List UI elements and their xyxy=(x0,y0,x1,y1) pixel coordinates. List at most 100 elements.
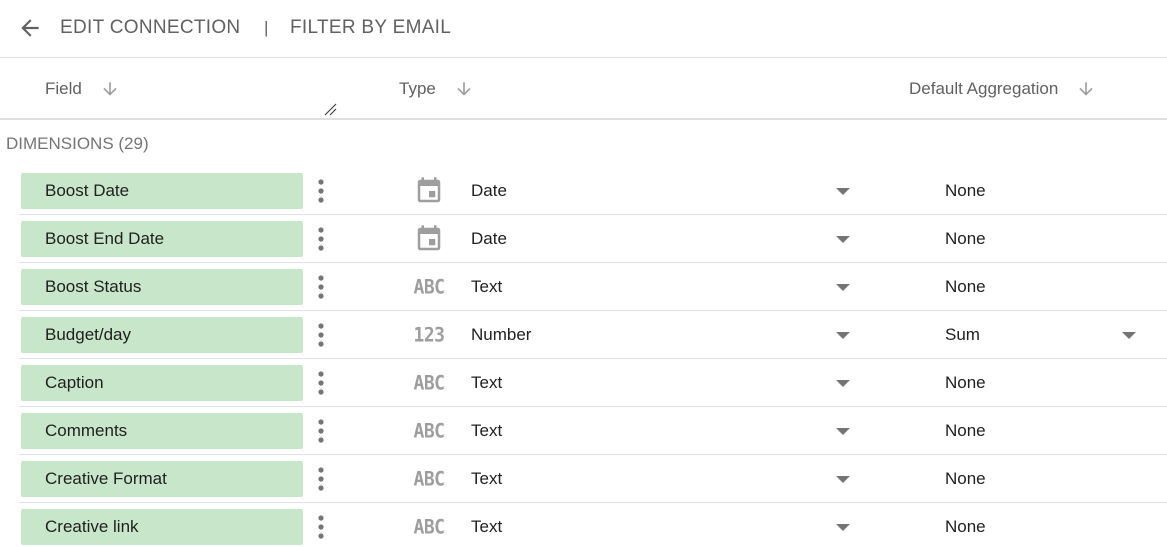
field-name: Boost End Date xyxy=(45,229,165,248)
field-name: Comments xyxy=(45,421,128,440)
field-chip[interactable]: Budget/day xyxy=(21,317,303,353)
field-column-header[interactable]: Field xyxy=(45,79,120,99)
field-name: Boost Status xyxy=(45,277,142,296)
text-type-icon: ABC xyxy=(412,273,446,301)
type-glyph: ABC xyxy=(413,419,445,443)
aggregation-value-container: None xyxy=(936,269,1148,305)
aggregation-value: None xyxy=(945,421,986,440)
field-name: Budget/day xyxy=(45,325,132,344)
type-glyph: ABC xyxy=(413,467,445,491)
field-chip[interactable]: Creative Format xyxy=(21,461,303,497)
field-name: Creative Format xyxy=(45,469,167,488)
default-aggregation-column-label: Default Aggregation xyxy=(909,79,1059,98)
type-value: Number xyxy=(471,325,532,344)
dropdown-arrow-icon xyxy=(836,428,850,435)
table-row: Comments ABC Text None xyxy=(0,407,1167,455)
type-glyph: ABC xyxy=(413,515,445,539)
field-name: Boost Date xyxy=(45,181,130,200)
calendar-icon xyxy=(412,225,446,253)
type-value: Text xyxy=(471,517,503,536)
edit-connection-link[interactable]: EDIT CONNECTION xyxy=(60,16,240,40)
aggregation-value: None xyxy=(945,469,986,488)
dropdown-arrow-icon xyxy=(836,476,850,483)
table-row: Boost Status ABC Text None xyxy=(0,263,1167,311)
field-name: Caption xyxy=(45,373,104,392)
aggregation-value-container: None xyxy=(936,221,1148,257)
arrow-down-icon xyxy=(1076,79,1096,99)
text-type-icon: ABC xyxy=(412,369,446,397)
filter-by-email-link[interactable]: FILTER BY EMAIL xyxy=(290,16,451,40)
more-vert-icon[interactable] xyxy=(308,511,334,543)
dropdown-arrow-icon xyxy=(1122,332,1136,339)
aggregation-dropdown[interactable]: Sum xyxy=(936,317,1148,353)
breadcrumb-separator: | xyxy=(264,18,269,37)
type-dropdown[interactable]: Text xyxy=(462,413,862,449)
type-dropdown[interactable]: Date xyxy=(462,173,862,209)
field-chip[interactable]: Boost Status xyxy=(21,269,303,305)
number-type-icon: 123 xyxy=(412,321,446,349)
type-value: Date xyxy=(471,229,507,248)
aggregation-value-container: None xyxy=(936,413,1148,449)
table-row: Caption ABC Text None xyxy=(0,359,1167,407)
field-name: Creative link xyxy=(45,517,139,536)
dropdown-arrow-icon xyxy=(836,284,850,291)
table-row: Boost End Date Date None xyxy=(0,215,1167,263)
dropdown-arrow-icon xyxy=(836,188,850,195)
type-value: Text xyxy=(471,373,503,392)
more-vert-icon[interactable] xyxy=(308,271,334,303)
top-bar: EDIT CONNECTION | FILTER BY EMAIL xyxy=(0,0,1167,58)
aggregation-value: None xyxy=(945,277,986,296)
more-vert-icon[interactable] xyxy=(308,463,334,495)
more-vert-icon[interactable] xyxy=(308,415,334,447)
table-header: Field Type Default Aggregation xyxy=(0,59,1167,120)
type-column-label: Type xyxy=(399,79,436,98)
aggregation-value-container: None xyxy=(936,461,1148,497)
field-column-label: Field xyxy=(45,79,82,98)
aggregation-value-container: None xyxy=(936,509,1148,545)
dropdown-arrow-icon xyxy=(836,332,850,339)
type-column-header[interactable]: Type xyxy=(399,79,474,99)
type-dropdown[interactable]: Text xyxy=(462,461,862,497)
arrow-left-icon[interactable] xyxy=(12,10,48,46)
more-vert-icon[interactable] xyxy=(308,223,334,255)
type-dropdown[interactable]: Text xyxy=(462,365,862,401)
more-vert-icon[interactable] xyxy=(308,175,334,207)
field-chip[interactable]: Boost Date xyxy=(21,173,303,209)
table-row: Boost Date Date None xyxy=(0,167,1167,215)
arrow-down-icon xyxy=(100,79,120,99)
resize-handle-icon[interactable] xyxy=(322,101,338,117)
more-vert-icon[interactable] xyxy=(308,367,334,399)
type-value: Text xyxy=(471,469,503,488)
type-value: Date xyxy=(471,181,507,200)
type-value: Text xyxy=(471,277,503,296)
table-row: Creative link ABC Text None xyxy=(0,503,1167,547)
aggregation-value: None xyxy=(945,181,986,200)
text-type-icon: ABC xyxy=(412,417,446,445)
text-type-icon: ABC xyxy=(412,465,446,493)
field-chip[interactable]: Comments xyxy=(21,413,303,449)
type-glyph: 123 xyxy=(413,323,445,347)
arrow-down-icon xyxy=(454,79,474,99)
type-dropdown[interactable]: Text xyxy=(462,269,862,305)
dropdown-arrow-icon xyxy=(836,236,850,243)
field-chip[interactable]: Creative link xyxy=(21,509,303,545)
type-dropdown[interactable]: Number xyxy=(462,317,862,353)
aggregation-value: Sum xyxy=(945,325,980,344)
aggregation-value: None xyxy=(945,373,986,392)
more-vert-icon[interactable] xyxy=(308,319,334,351)
text-type-icon: ABC xyxy=(412,513,446,541)
dropdown-arrow-icon xyxy=(836,524,850,531)
calendar-icon xyxy=(412,177,446,205)
aggregation-value-container: None xyxy=(936,365,1148,401)
field-chip[interactable]: Caption xyxy=(21,365,303,401)
table-row: Creative Format ABC Text None xyxy=(0,455,1167,503)
default-aggregation-column-header[interactable]: Default Aggregation xyxy=(909,79,1096,99)
table-row: Budget/day 123 Number Sum xyxy=(0,311,1167,359)
dimensions-section-title: DIMENSIONS (29) xyxy=(6,134,149,153)
field-chip[interactable]: Boost End Date xyxy=(21,221,303,257)
type-dropdown[interactable]: Date xyxy=(462,221,862,257)
type-glyph: ABC xyxy=(413,275,445,299)
type-dropdown[interactable]: Text xyxy=(462,509,862,545)
type-value: Text xyxy=(471,421,503,440)
aggregation-value-container: None xyxy=(936,173,1148,209)
